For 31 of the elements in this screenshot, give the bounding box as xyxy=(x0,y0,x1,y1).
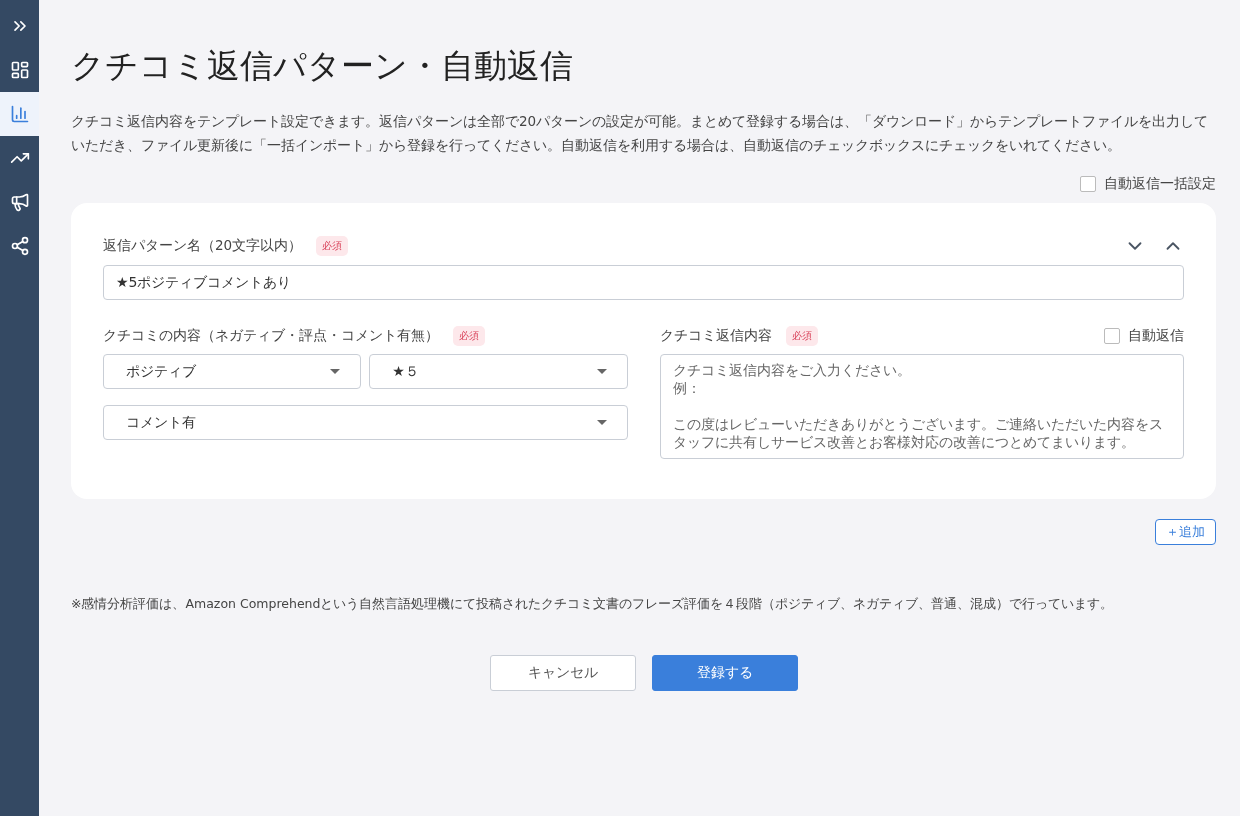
bar-chart-icon xyxy=(9,104,30,124)
checkbox[interactable] xyxy=(1104,328,1120,344)
page-title: クチコミ返信パターン・自動返信 xyxy=(71,45,574,87)
caret-icon xyxy=(596,369,607,374)
cancel-button[interactable]: キャンセル xyxy=(489,655,636,691)
field-label: クチコミ返信内容 xyxy=(659,327,772,345)
select-field[interactable]: ★５ xyxy=(369,354,628,389)
select-field[interactable]: ポジティブ xyxy=(103,354,362,389)
submit-button[interactable]: 登録する xyxy=(651,655,798,691)
add-button[interactable]: ＋追加 xyxy=(1155,519,1216,545)
placeholder-line: この度はレビューいただきありがとうございます。ご連絡いただいた内容をスタッフに共有しサービス改善とお客様対応の改善につとめてまいります。 xyxy=(672,415,1164,451)
field-label: 返信パターン名（20文字以内） xyxy=(103,237,303,255)
placeholder-line: クチコミ返信内容をご入力ください。 xyxy=(672,361,912,379)
required-badge: 必須 xyxy=(785,326,818,346)
required-badge: 必須 xyxy=(316,236,349,256)
input-field[interactable]: ★5ポジティブコメントあり xyxy=(103,265,1184,300)
field-label: クチコミの内容（ネガティブ・評点・コメント有無） xyxy=(103,327,439,345)
select-field[interactable]: コメント有 xyxy=(103,405,628,440)
description: クチコミ返信内容をテンプレート設定できます。返信パターンは全部で20パターンの設定が可能。まとめて登録する場合は、「ダウンロード」からテンプレートファイルを出力していただき、ファイル更新後に「一括インポート」から登録を行ってください。自動返信を利用する場合は、自動返信のチェックボックスにチェックをいれてください。 xyxy=(71,112,1210,155)
caret-icon xyxy=(596,420,607,425)
note-text: ※感情分析評価は、Amazon Comprehendという自然言語処理機にて投稿されたクチコミ文書のフレーズ評価を４段階（ポジティブ、ネガティブ、普通、混成）で行っています。 xyxy=(71,595,1115,613)
required-badge: 必須 xyxy=(453,326,485,346)
checkbox[interactable] xyxy=(1080,176,1096,192)
checkbox-label: 自動返信一括設定 xyxy=(1104,175,1216,193)
checkbox-label: 自動返信 xyxy=(1128,327,1184,345)
share-icon xyxy=(9,236,30,256)
megaphone-icon xyxy=(9,192,30,212)
dashboard-icon xyxy=(9,60,30,80)
placeholder-line: 例： xyxy=(672,379,702,397)
caret-icon xyxy=(330,369,341,374)
reply-textarea[interactable]: クチコミ返信内容をご入力ください。 例： この度はレビューいただきありがとうございます。ご連絡いただいた内容をスタッフに共有しサービス改善とお客様対応の改善につとめてまいります。 xyxy=(659,354,1184,459)
